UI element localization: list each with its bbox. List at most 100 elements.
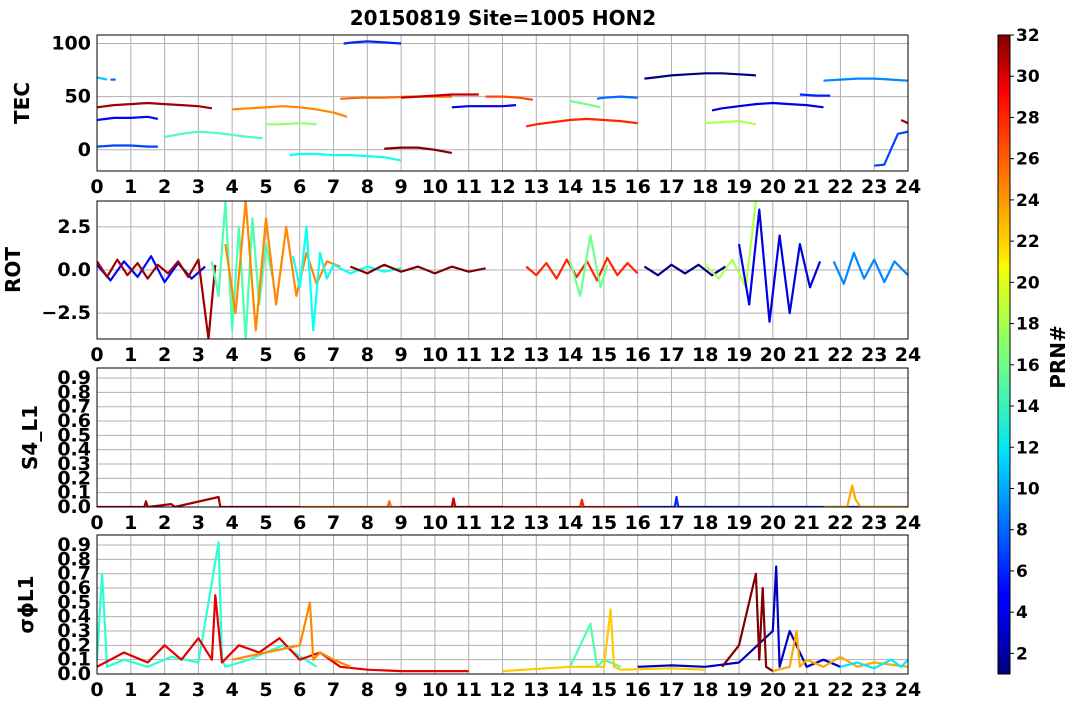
colorbar-tick-label: 32 [1016, 26, 1040, 46]
x-tick-label: 20 [760, 344, 786, 366]
x-tick-label: 21 [793, 679, 819, 701]
y-axis-label: σϕL1 [14, 575, 38, 633]
x-tick-label: 24 [895, 512, 921, 534]
x-tick-label: 1 [124, 679, 137, 701]
y-tick-label: 100 [51, 33, 91, 55]
x-tick-label: 23 [861, 176, 887, 198]
colorbar-label: PRN# [1046, 325, 1070, 389]
s4-panel: 0 1 2 3 4 5 6 7 8 9 10 11 12 13 14 15 16 17 18 19 20 21 22 23 24… [18, 367, 921, 534]
prn-colorbar: 2468101214161820222426283032 PRN# [997, 26, 1070, 675]
x-tick-label: 15 [591, 176, 617, 198]
x-tick-label: 14 [557, 176, 583, 198]
x-tick-label: 22 [827, 512, 853, 534]
colorbar-tick-label: 14 [1016, 397, 1040, 417]
x-tick-label: 3 [192, 176, 205, 198]
colorbar-gradient [997, 34, 1011, 675]
tec-scintillation-figure: 20150819 Site=1005 HON2 0 1 2 3 4 5 6 7 8 9 10 11 12… [1, 6, 1070, 701]
x-tick-label: 18 [692, 176, 718, 198]
x-tick-label: 19 [726, 344, 752, 366]
colorbar-tick-label: 20 [1016, 273, 1040, 293]
x-tick-label: 18 [692, 512, 718, 534]
x-tick-label: 4 [226, 344, 239, 366]
x-tick-label: 6 [293, 679, 306, 701]
y-tick-label: 0.9 [57, 367, 91, 389]
x-tick-label: 24 [895, 344, 921, 366]
x-tick-label: 2 [158, 344, 171, 366]
x-tick-label: 10 [422, 344, 448, 366]
x-tick-label: 9 [395, 176, 408, 198]
x-tick-label: 13 [523, 512, 549, 534]
x-tick-label: 5 [259, 679, 272, 701]
x-tick-label: 3 [192, 679, 205, 701]
x-tick-label: 19 [726, 176, 752, 198]
y-tick-label: 0.0 [57, 259, 91, 281]
x-tick-label: 1 [124, 512, 137, 534]
colorbar-tick-label: 28 [1016, 108, 1040, 128]
x-tick-label: 16 [624, 679, 650, 701]
y-tick-label: 50 [65, 86, 91, 108]
x-tick-label: 17 [658, 344, 684, 366]
x-tick-label: 8 [361, 344, 374, 366]
x-tick-label: 20 [760, 512, 786, 534]
x-tick-label: 7 [327, 679, 340, 701]
x-tick-label: 2 [158, 679, 171, 701]
x-tick-label: 23 [861, 344, 887, 366]
x-tick-label: 22 [827, 679, 853, 701]
colorbar-tick-label: 8 [1016, 521, 1028, 541]
x-tick-label: 5 [259, 512, 272, 534]
y-axis-label: ROT [1, 247, 25, 293]
colorbar-tick-label: 4 [1016, 603, 1028, 623]
x-tick-label: 16 [624, 176, 650, 198]
x-tick-label: 14 [557, 344, 583, 366]
x-tick-label: 13 [523, 344, 549, 366]
colorbar-tick-label: 16 [1016, 356, 1040, 376]
x-tick-label: 19 [726, 679, 752, 701]
x-tick-label: 13 [523, 679, 549, 701]
x-tick-label: 15 [591, 344, 617, 366]
x-tick-label: 2 [158, 176, 171, 198]
y-tick-label: 0.9 [57, 534, 91, 556]
x-tick-label: 9 [395, 344, 408, 366]
x-tick-label: 2 [158, 512, 171, 534]
x-tick-label: 1 [124, 344, 137, 366]
x-tick-label: 3 [192, 512, 205, 534]
x-tick-label: 4 [226, 679, 239, 701]
sigma-phi-panel: 0 1 2 3 4 5 6 7 8 9 10 11 12 13 14 15 16 17 18 19 20 21 22 23 24… [14, 534, 921, 701]
x-tick-label: 7 [327, 176, 340, 198]
x-tick-label: 21 [793, 176, 819, 198]
x-tick-label: 21 [793, 512, 819, 534]
y-tick-label: 0 [78, 139, 91, 161]
colorbar-tick-label: 2 [1016, 644, 1028, 664]
rot-panel: 0 1 2 3 4 5 6 7 8 9 10 11 12 13 14 15 16 17 18 19 20 21 22 23 24… [1, 200, 921, 366]
x-tick-label: 21 [793, 344, 819, 366]
x-tick-label: 0 [90, 679, 103, 701]
x-tick-label: 20 [760, 679, 786, 701]
x-tick-label: 0 [90, 512, 103, 534]
x-tick-label: 23 [861, 512, 887, 534]
colorbar-tick-label: 12 [1016, 438, 1040, 458]
y-tick-label: 2.5 [57, 216, 91, 238]
x-tick-label: 15 [591, 679, 617, 701]
x-tick-label: 14 [557, 512, 583, 534]
x-tick-label: 10 [422, 512, 448, 534]
x-tick-label: 14 [557, 679, 583, 701]
y-axis-label: TEC [10, 82, 34, 124]
colorbar-tick-label: 6 [1016, 562, 1028, 582]
colorbar-tick-label: 10 [1016, 479, 1040, 499]
x-tick-label: 18 [692, 344, 718, 366]
x-tick-label: 12 [489, 512, 515, 534]
colorbar-tick-label: 26 [1016, 150, 1040, 170]
series-line-prn-6 [799, 93, 831, 97]
x-tick-label: 6 [293, 512, 306, 534]
y-axis-label: S4_L1 [18, 405, 42, 470]
x-tick-label: 16 [624, 512, 650, 534]
y-tick-label: −2.5 [41, 302, 91, 324]
x-tick-label: 10 [422, 679, 448, 701]
x-tick-label: 20 [760, 176, 786, 198]
x-tick-label: 3 [192, 344, 205, 366]
x-tick-label: 6 [293, 176, 306, 198]
colorbar-tick-label: 30 [1016, 67, 1040, 87]
x-tick-label: 11 [455, 679, 481, 701]
x-tick-label: 15 [591, 512, 617, 534]
x-tick-label: 4 [226, 512, 239, 534]
